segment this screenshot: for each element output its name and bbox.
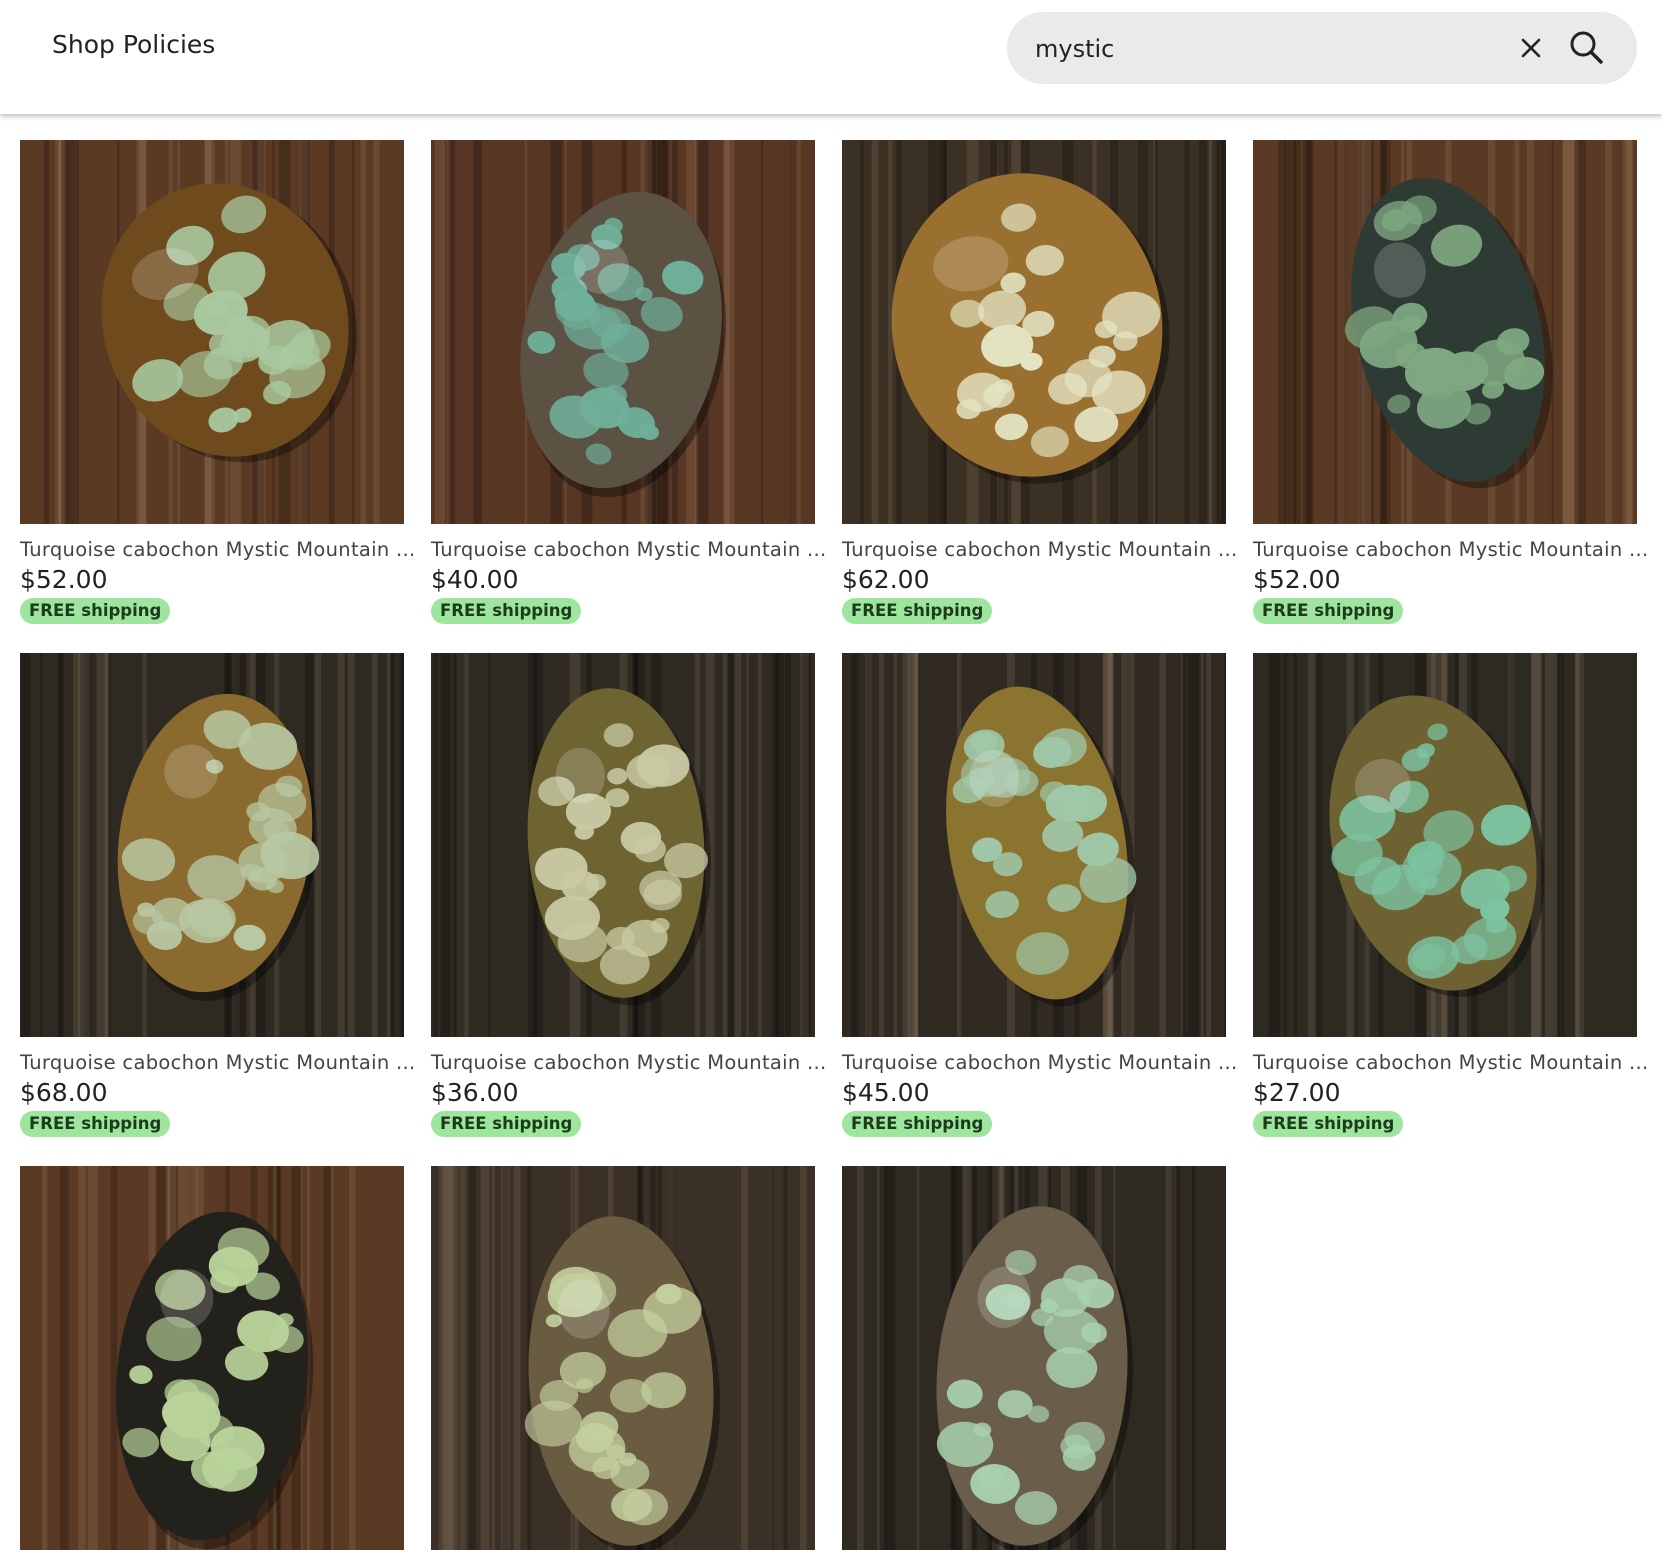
listing-card[interactable]: Turquoise cabochon Mystic Mountain ... $… xyxy=(842,653,1238,1137)
listing-image xyxy=(20,140,404,524)
cabochon-photo xyxy=(842,653,1226,1037)
free-shipping-badge: FREE shipping xyxy=(842,598,993,624)
listing-title: Turquoise cabochon Mystic Mountain ... xyxy=(842,1051,1238,1074)
listing-image xyxy=(1253,140,1637,524)
listing-card[interactable]: Turquoise cabochon Mystic Mountain ... $… xyxy=(1253,653,1649,1137)
free-shipping-badge: FREE shipping xyxy=(20,1111,171,1137)
cabochon-photo xyxy=(20,1166,404,1550)
listing-card[interactable] xyxy=(842,1166,1226,1550)
search-icon[interactable] xyxy=(1565,26,1609,70)
cabochon-photo xyxy=(842,1166,1226,1550)
listing-image xyxy=(20,1166,404,1550)
listing-title: Turquoise cabochon Mystic Mountain ... xyxy=(20,538,416,561)
listing-image xyxy=(431,140,815,524)
cabochon-photo xyxy=(1253,653,1637,1037)
listing-image xyxy=(431,653,815,1037)
listing-price: $45.00 xyxy=(842,1078,930,1107)
listing-price: $52.00 xyxy=(1253,565,1341,594)
cabochon-photo xyxy=(431,653,815,1037)
listing-image xyxy=(842,140,1226,524)
cabochon-photo xyxy=(20,140,404,524)
listing-title: Turquoise cabochon Mystic Mountain ... xyxy=(1253,538,1649,561)
free-shipping-badge: FREE shipping xyxy=(20,598,171,624)
listing-price: $40.00 xyxy=(431,565,519,594)
listing-image xyxy=(431,1166,815,1550)
shop-policies-link[interactable]: Shop Policies xyxy=(52,30,215,59)
shop-header: Shop Policies xyxy=(0,0,1662,114)
listing-grid: Turquoise cabochon Mystic Mountain ... $… xyxy=(0,0,1662,1550)
cabochon-photo xyxy=(842,140,1226,524)
listing-card[interactable]: Turquoise cabochon Mystic Mountain ... $… xyxy=(842,140,1238,624)
free-shipping-badge: FREE shipping xyxy=(1253,598,1404,624)
search-bar xyxy=(1007,12,1637,84)
close-icon[interactable] xyxy=(1513,30,1549,66)
listing-image xyxy=(842,1166,1226,1550)
listing-card[interactable]: Turquoise cabochon Mystic Mountain ... $… xyxy=(431,140,827,624)
listing-title: Turquoise cabochon Mystic Mountain ... xyxy=(431,1051,827,1074)
listing-card[interactable]: Turquoise cabochon Mystic Mountain ... $… xyxy=(1253,140,1649,624)
listing-title: Turquoise cabochon Mystic Mountain ... xyxy=(842,538,1238,561)
cabochon-photo xyxy=(1253,140,1637,524)
free-shipping-badge: FREE shipping xyxy=(431,598,582,624)
listing-card[interactable] xyxy=(431,1166,815,1550)
free-shipping-badge: FREE shipping xyxy=(431,1111,582,1137)
listing-price: $27.00 xyxy=(1253,1078,1341,1107)
listing-price: $36.00 xyxy=(431,1078,519,1107)
listing-title: Turquoise cabochon Mystic Mountain ... xyxy=(20,1051,416,1074)
listing-price: $68.00 xyxy=(20,1078,108,1107)
search-input[interactable] xyxy=(1033,26,1497,72)
listing-title: Turquoise cabochon Mystic Mountain ... xyxy=(1253,1051,1649,1074)
listing-card[interactable]: Turquoise cabochon Mystic Mountain ... $… xyxy=(20,653,416,1137)
listing-price: $52.00 xyxy=(20,565,108,594)
cabochon-photo xyxy=(431,140,815,524)
listing-image xyxy=(20,653,404,1037)
cabochon-photo xyxy=(20,653,404,1037)
free-shipping-badge: FREE shipping xyxy=(1253,1111,1404,1137)
listing-card[interactable]: Turquoise cabochon Mystic Mountain ... $… xyxy=(20,140,416,624)
listing-image xyxy=(842,653,1226,1037)
cabochon-photo xyxy=(431,1166,815,1550)
free-shipping-badge: FREE shipping xyxy=(842,1111,993,1137)
listing-card[interactable] xyxy=(20,1166,404,1550)
listing-image xyxy=(1253,653,1637,1037)
listing-card[interactable]: Turquoise cabochon Mystic Mountain ... $… xyxy=(418,640,828,1152)
listing-price: $62.00 xyxy=(842,565,930,594)
listing-title: Turquoise cabochon Mystic Mountain ... xyxy=(431,538,827,561)
